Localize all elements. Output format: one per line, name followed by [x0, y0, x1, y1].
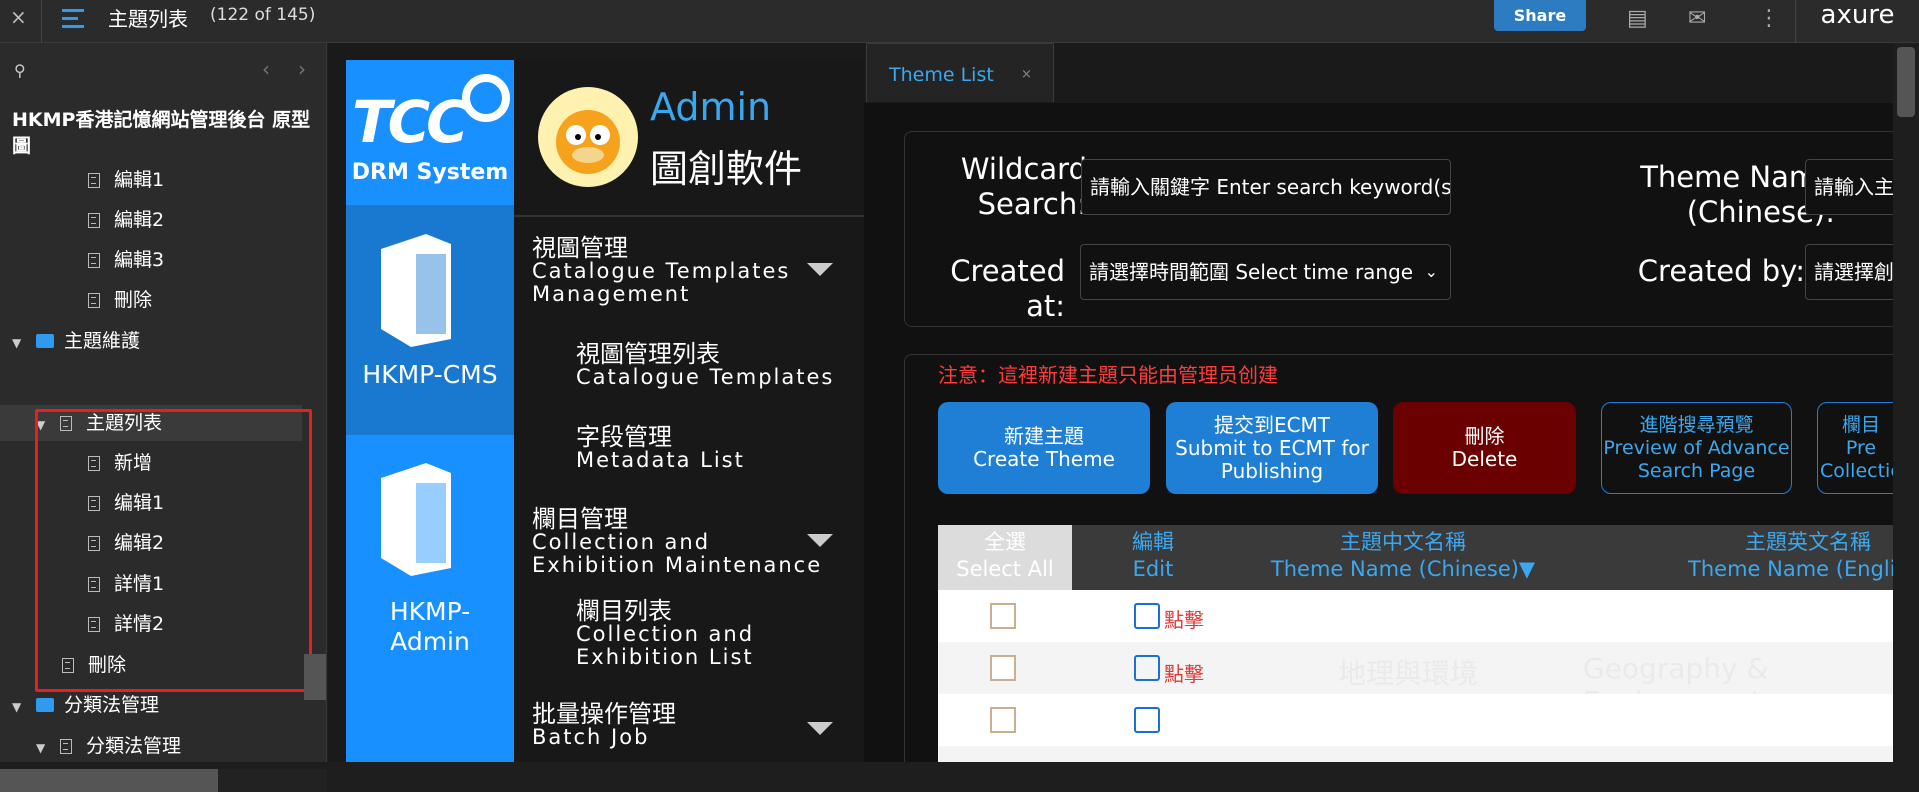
table-row: [938, 746, 1919, 762]
sidebar: ⚲ ‹ › HKMP香港記憶網站管理後台 原型圖 編輯1 編輯2 編輯3 刪除 …: [0, 43, 327, 792]
project-title: HKMP香港記憶網站管理後台 原型圖: [12, 109, 311, 157]
caret-down-icon[interactable]: ▼: [12, 326, 26, 360]
building-icon: [381, 463, 451, 576]
prototype-canvas: TCC DRM System HKMP-CMS HKMP- Admin Admi…: [328, 43, 1919, 762]
divider: [514, 215, 864, 217]
caret-down-icon[interactable]: [807, 263, 833, 276]
menu-collection-list[interactable]: 欄目列表 Collection and Exhibition List: [576, 599, 754, 669]
wildcard-search-input[interactable]: 請輸入關鍵字 Enter search keyword(s): [1081, 159, 1451, 215]
folder-icon: [36, 698, 54, 712]
avatar[interactable]: [538, 87, 638, 187]
page-icon: [88, 213, 100, 228]
chevron-down-icon: ⌄: [1424, 262, 1438, 281]
chevron-left-icon[interactable]: ‹: [262, 57, 270, 81]
chevron-right-icon[interactable]: ›: [298, 57, 306, 81]
logo-text: TCC: [352, 88, 469, 156]
edit-icon[interactable]: [1134, 603, 1160, 629]
preview-advance-search-button[interactable]: 進階搜尋預覽 Preview of Advance Search Page: [1601, 402, 1792, 494]
click-link[interactable]: 點擊: [1164, 604, 1204, 633]
highlight-box: [35, 409, 312, 692]
created-at-label: Created at:: [950, 254, 1065, 323]
hamburger-menu-icon[interactable]: [62, 9, 84, 33]
close-tab-icon[interactable]: ×: [1021, 44, 1032, 106]
user-role: Admin: [650, 85, 772, 129]
menu-catalogue-list[interactable]: 視圖管理列表 Catalogue Templates: [576, 342, 834, 389]
menu-collection[interactable]: 欄目管理 Collection and Exhibition Maintenan…: [532, 507, 822, 577]
scrollbar-thumb[interactable]: [0, 769, 218, 792]
caret-down-icon[interactable]: [807, 534, 833, 547]
search-icon[interactable]: ⚲: [14, 61, 26, 80]
row-checkbox[interactable]: [990, 603, 1016, 629]
theme-name-label: Theme Name (Chinese):: [1640, 160, 1835, 229]
table-row: 點擊: [938, 590, 1919, 642]
sidebar-item[interactable]: 編輯3: [88, 243, 164, 277]
page-icon: [88, 173, 100, 188]
table-header: 全選 Select All 編輯 Edit 主題中文名稱 Theme Name (Ch…: [938, 525, 1919, 590]
horizontal-scrollbar[interactable]: [0, 769, 327, 792]
table-row: [938, 694, 1919, 746]
menu-batch-job[interactable]: 批量操作管理 Batch Job: [532, 702, 676, 749]
caret-down-icon[interactable]: [807, 722, 833, 735]
created-at-select[interactable]: 請選擇時間範圍 Select time range ⌄: [1080, 244, 1451, 300]
theme-name-english-header[interactable]: 主題英文名稱 Theme Name (English): [1678, 529, 1919, 583]
search-panel: Wildcard Search: 請輸入關鍵字 Enter search key…: [904, 131, 1919, 327]
edit-icon[interactable]: [1134, 655, 1160, 681]
sidebar-folder-taxonomy[interactable]: ▼ 分類法管理: [12, 688, 159, 722]
company-name: 圖創軟件: [650, 147, 803, 191]
close-icon[interactable]: ×: [10, 5, 27, 29]
submit-ecmt-button[interactable]: 提交到ECMT Submit to ECMT for Publishing: [1166, 402, 1378, 494]
top-bar: × 主題列表 (122 of 145) Share ▤ ✉ ⋮ axure: [0, 0, 1919, 43]
drm-label: DRM System: [351, 160, 509, 185]
page-count: (122 of 145): [210, 5, 316, 25]
row-checkbox[interactable]: [990, 707, 1016, 733]
click-link[interactable]: 點擊: [1164, 658, 1204, 687]
caret-down-icon[interactable]: ▼: [12, 690, 26, 724]
axure-logo: axure: [1795, 0, 1919, 43]
folder-icon: [36, 334, 54, 348]
side-menu: Admin 圖創軟件 視圖管理 Catalogue Templates Mana…: [514, 60, 864, 762]
menu-catalogue-templates[interactable]: 視圖管理 Catalogue Templates Management: [532, 236, 790, 306]
tab-theme-list[interactable]: Theme List ×: [866, 43, 1054, 102]
system-label[interactable]: Admin: [346, 627, 514, 656]
create-theme-button[interactable]: 新建主題 Create Theme: [938, 402, 1150, 494]
notes-icon[interactable]: ▤: [1627, 6, 1648, 31]
system-hkmp-cms[interactable]: HKMP-CMS: [346, 205, 514, 435]
theme-name-chinese-header[interactable]: 主題中文名稱 Theme Name (Chinese)▼: [1258, 529, 1548, 583]
page-icon: [88, 253, 100, 268]
share-button[interactable]: Share: [1494, 0, 1586, 31]
wildcard-label: Wildcard Search:: [960, 152, 1087, 221]
row-checkbox[interactable]: [990, 655, 1016, 681]
system-switcher: TCC DRM System HKMP-CMS HKMP- Admin: [346, 60, 514, 762]
divider: [41, 0, 42, 43]
page-icon: [88, 293, 100, 308]
menu-metadata-list[interactable]: 字段管理 Metadata List: [576, 425, 745, 472]
page-icon: [60, 739, 72, 754]
system-label[interactable]: HKMP-: [346, 597, 514, 626]
table-row: 點擊 地理與環境 Geography & Environment: [938, 642, 1919, 718]
vertical-scrollbar[interactable]: [1893, 43, 1919, 762]
created-by-label: Created by:: [1637, 254, 1805, 288]
theme-name-chinese-cell: 地理與環境: [1338, 657, 1479, 690]
sidebar-item[interactable]: 刪除: [88, 283, 152, 317]
content-area: Wildcard Search: 請輸入關鍵字 Enter search key…: [864, 103, 1919, 762]
comment-icon[interactable]: ✉: [1688, 6, 1706, 31]
sidebar-folder-theme[interactable]: ▼ 主題維護: [12, 324, 140, 358]
edit-header: 編輯 Edit: [1132, 530, 1174, 581]
scrollbar-thumb[interactable]: [1897, 47, 1915, 117]
edit-icon[interactable]: [1134, 707, 1160, 733]
delete-button[interactable]: 刪除 Delete: [1393, 402, 1576, 494]
sidebar-item[interactable]: 編輯2: [88, 203, 164, 237]
notice-text: 注意：這裡新建主題只能由管理员创建: [938, 363, 1278, 387]
page-title: 主題列表: [108, 7, 188, 31]
system-label: HKMP-CMS: [362, 360, 498, 389]
caret-down-icon[interactable]: ▼: [36, 731, 50, 765]
building-icon: [381, 234, 451, 347]
vertical-scrollbar[interactable]: [304, 654, 326, 700]
more-icon[interactable]: ⋮: [1758, 6, 1780, 31]
theme-list-panel: 注意：這裡新建主題只能由管理员创建 新建主題 Create Theme 提交到EC…: [904, 354, 1919, 762]
sidebar-item-taxonomy[interactable]: ▼ 分類法管理: [36, 729, 181, 763]
select-all-header[interactable]: 全選 Select All: [938, 529, 1072, 583]
tcc-logo[interactable]: TCC DRM System: [346, 60, 514, 205]
sidebar-item[interactable]: 編輯1: [88, 163, 164, 197]
